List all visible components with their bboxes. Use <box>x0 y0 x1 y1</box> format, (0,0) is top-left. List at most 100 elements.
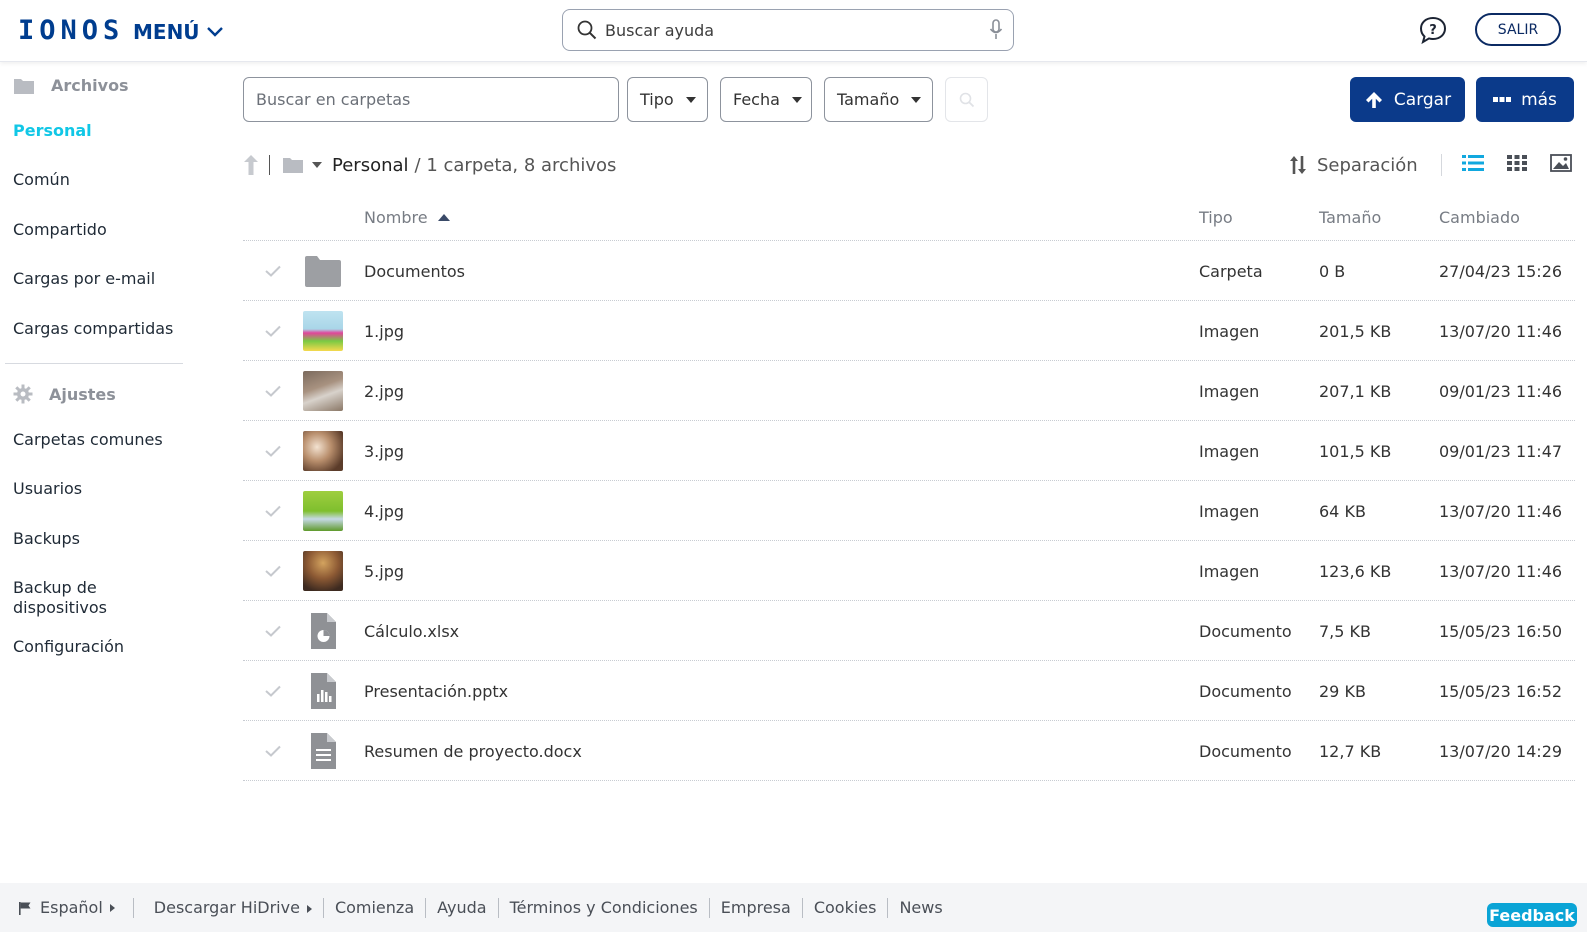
footer-link-news[interactable]: News <box>899 898 942 917</box>
image-thumbnail[interactable] <box>303 371 343 411</box>
language-selector[interactable]: Español <box>18 898 115 917</box>
sidebar-item-backup-dispositivos[interactable]: Backup de dispositivos <box>13 578 163 618</box>
file-size: 101,5 KB <box>1319 441 1392 461</box>
table-row[interactable]: 3.jpg Imagen 101,5 KB 09/01/23 11:47 <box>243 421 1575 481</box>
microphone-icon[interactable] <box>989 19 1003 41</box>
file-type: Imagen <box>1199 441 1260 461</box>
table-row[interactable]: 2.jpg Imagen 207,1 KB 09/01/23 11:46 <box>243 361 1575 421</box>
table-row[interactable]: Cálculo.xlsx Documento 7,5 KB 15/05/23 1… <box>243 601 1575 661</box>
grid-view-icon[interactable] <box>1506 152 1528 174</box>
file-name[interactable]: Presentación.pptx <box>364 661 508 721</box>
filter-type-dropdown[interactable]: Tipo <box>627 77 708 122</box>
column-header-name[interactable]: Nombre <box>364 208 450 227</box>
feedback-button[interactable]: Feedback <box>1487 903 1577 927</box>
more-button[interactable]: más <box>1476 77 1574 122</box>
row-select-checkmark-icon[interactable] <box>265 361 281 421</box>
row-select-checkmark-icon[interactable] <box>265 601 281 661</box>
sidebar-item-comun[interactable]: Común <box>13 170 70 190</box>
sidebar-item-cargas-email[interactable]: Cargas por e-mail <box>13 269 155 289</box>
more-button-label: más <box>1521 89 1557 110</box>
help-search-input[interactable] <box>605 20 989 40</box>
folder-icon[interactable] <box>282 156 304 174</box>
folder-search-input[interactable] <box>243 77 619 122</box>
table-row[interactable]: Documentos Carpeta 0 B 27/04/23 15:26 <box>243 241 1575 301</box>
footer-separator <box>322 897 324 918</box>
caret-down-icon[interactable] <box>312 162 322 168</box>
sidebar-item-cargas-compartidas[interactable]: Cargas compartidas <box>13 319 173 339</box>
gallery-view-icon[interactable] <box>1550 152 1572 174</box>
spreadsheet-file-icon <box>309 601 337 661</box>
footer-separator <box>708 897 710 918</box>
caret-down-icon <box>685 96 696 103</box>
table-row[interactable]: 4.jpg Imagen 64 KB 13/07/20 11:46 <box>243 481 1575 541</box>
file-name[interactable]: Documentos <box>364 241 465 301</box>
file-name[interactable]: Cálculo.xlsx <box>364 601 459 661</box>
footer-link-empresa[interactable]: Empresa <box>721 898 791 917</box>
sidebar-item-compartido[interactable]: Compartido <box>13 220 107 240</box>
sidebar-item-usuarios[interactable]: Usuarios <box>13 479 82 499</box>
file-size: 29 KB <box>1319 681 1366 701</box>
row-select-checkmark-icon[interactable] <box>265 301 281 361</box>
sidebar-item-configuracion[interactable]: Configuración <box>13 637 124 657</box>
row-select-checkmark-icon[interactable] <box>265 241 281 301</box>
footer-link-comienza[interactable]: Comienza <box>335 898 414 917</box>
footer-link-terminos[interactable]: Términos y Condiciones <box>510 898 698 917</box>
logout-button[interactable]: SALIR <box>1475 13 1561 46</box>
folder-icon <box>14 78 34 94</box>
sort-ascending-icon <box>437 214 450 221</box>
image-thumbnail[interactable] <box>303 311 343 351</box>
row-select-checkmark-icon[interactable] <box>265 421 281 481</box>
file-name[interactable]: 3.jpg <box>364 421 404 481</box>
flag-icon <box>19 901 31 915</box>
upload-button[interactable]: Cargar <box>1350 77 1465 122</box>
file-table: Nombre Tipo Tamaño Cambiado Documentos C… <box>243 200 1575 781</box>
file-size: 7,5 KB <box>1319 621 1371 641</box>
sidebar-item-carpetas-comunes[interactable]: Carpetas comunes <box>13 430 163 450</box>
footer-link-ayuda[interactable]: Ayuda <box>437 898 486 917</box>
column-header-type[interactable]: Tipo <box>1199 208 1233 227</box>
table-row[interactable]: 1.jpg Imagen 201,5 KB 13/07/20 11:46 <box>243 301 1575 361</box>
row-select-checkmark-icon[interactable] <box>265 481 281 541</box>
table-header: Nombre Tipo Tamaño Cambiado <box>243 200 1575 241</box>
table-row[interactable]: Presentación.pptx Documento 29 KB 15/05/… <box>243 661 1575 721</box>
table-row[interactable]: 5.jpg Imagen 123,6 KB 13/07/20 11:46 <box>243 541 1575 601</box>
sidebar-divider <box>5 363 183 364</box>
chevron-down-icon <box>206 27 223 37</box>
sidebar-item-personal[interactable]: Personal <box>13 121 92 141</box>
table-row[interactable]: Resumen de proyecto.docx Documento 12,7 … <box>243 721 1575 781</box>
main-menu-button[interactable]: MENÚ <box>133 18 224 46</box>
filter-size-dropdown[interactable]: Tamaño <box>824 77 933 122</box>
presentation-file-icon <box>309 661 337 721</box>
column-header-changed[interactable]: Cambiado <box>1439 208 1520 227</box>
file-name[interactable]: 2.jpg <box>364 361 404 421</box>
breadcrumb-folder-info: / 1 carpeta, 8 archivos <box>414 154 617 176</box>
help-chat-icon[interactable]: ? <box>1418 15 1448 45</box>
row-select-checkmark-icon[interactable] <box>265 721 281 781</box>
column-header-size[interactable]: Tamaño <box>1319 208 1381 227</box>
file-name[interactable]: 5.jpg <box>364 541 404 601</box>
file-name[interactable]: 4.jpg <box>364 481 404 541</box>
file-name[interactable]: 1.jpg <box>364 301 404 361</box>
image-thumbnail[interactable] <box>303 491 343 531</box>
help-search-box[interactable] <box>562 9 1014 51</box>
ionos-logo[interactable]: IONOS <box>18 14 124 48</box>
row-select-checkmark-icon[interactable] <box>265 541 281 601</box>
footer-link-download[interactable]: Descargar HiDrive <box>154 898 312 917</box>
filter-type-label: Tipo <box>640 90 674 109</box>
more-dots-icon <box>1493 96 1512 102</box>
folder-up-icon[interactable] <box>243 154 259 176</box>
search-icon <box>959 92 974 107</box>
image-thumbnail[interactable] <box>303 431 343 471</box>
sort-button[interactable]: Separación <box>1289 150 1418 180</box>
breadcrumb-current-folder[interactable]: Personal <box>332 155 409 176</box>
filter-search-button[interactable] <box>945 77 988 122</box>
sidebar-item-backups[interactable]: Backups <box>13 529 80 549</box>
filter-date-dropdown[interactable]: Fecha <box>720 77 812 122</box>
image-thumbnail[interactable] <box>303 551 343 591</box>
row-select-checkmark-icon[interactable] <box>265 661 281 721</box>
file-type: Imagen <box>1199 321 1260 341</box>
file-name[interactable]: Resumen de proyecto.docx <box>364 721 582 781</box>
footer-link-cookies[interactable]: Cookies <box>814 898 877 917</box>
file-type: Imagen <box>1199 561 1260 581</box>
list-view-icon[interactable] <box>1462 152 1484 174</box>
